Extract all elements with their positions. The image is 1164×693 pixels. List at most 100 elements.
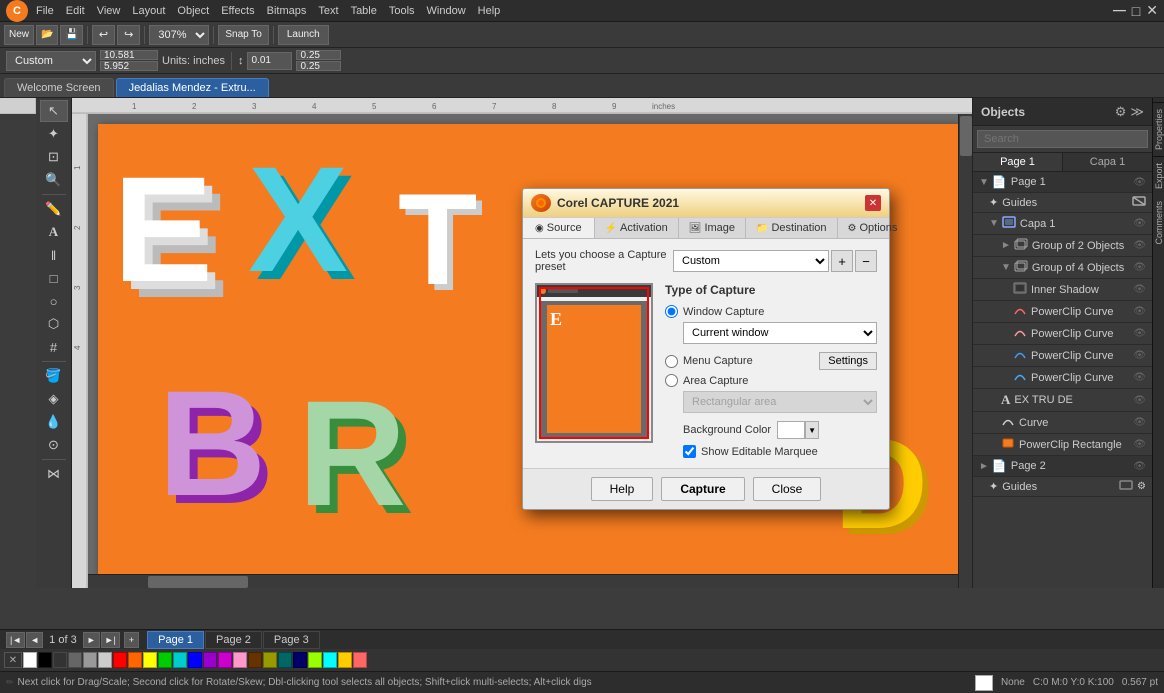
tree-powerclip-rect[interactable]: PowerClip Rectangle 👁 [973, 434, 1152, 456]
color-swatch-orange[interactable] [128, 652, 142, 668]
polygon-tool[interactable]: ⬡ [40, 313, 68, 335]
tree-inner-shadow[interactable]: Inner Shadow 👁 [973, 279, 1152, 301]
color-swatch-gray3[interactable] [83, 652, 97, 668]
page-prev-btn[interactable]: ◄ [26, 632, 43, 648]
color-swatch-green[interactable] [158, 652, 172, 668]
window-type-select[interactable]: Current window [683, 322, 877, 344]
capa1-visibility[interactable]: 👁 [1133, 218, 1146, 229]
width-input[interactable] [100, 50, 158, 60]
preset-add-btn[interactable]: + [831, 250, 853, 272]
capture-btn[interactable]: Capture [661, 477, 744, 501]
interactive-tool[interactable]: ⋈ [40, 463, 68, 485]
color-swatch-gray4[interactable] [98, 652, 112, 668]
objects-search-input[interactable] [977, 130, 1148, 148]
ellipse-tool[interactable]: ○ [40, 290, 68, 312]
powerclip2-visibility[interactable]: 👁 [1133, 328, 1146, 339]
powerclip3-visibility[interactable]: 👁 [1133, 350, 1146, 361]
color-swatch-brown[interactable] [248, 652, 262, 668]
color-swatch-teal[interactable] [278, 652, 292, 668]
menu-window[interactable]: Window [427, 5, 466, 17]
eyedropper-tool[interactable]: 💧 [40, 411, 68, 433]
menu-help[interactable]: Help [478, 5, 501, 17]
add-page-btn[interactable]: + [124, 632, 139, 648]
group2-visibility[interactable]: 👁 [1133, 240, 1146, 251]
properties-tab[interactable]: Properties [1152, 102, 1164, 156]
color-swatch-pink[interactable] [233, 652, 247, 668]
snap-btn[interactable]: Snap To [218, 25, 269, 45]
freehand-tool[interactable]: ✏️ [40, 198, 68, 220]
scrollbar-v[interactable] [958, 114, 972, 588]
new-btn[interactable]: New [4, 25, 34, 45]
tree-extrude-text[interactable]: A EX TRU DE 👁 [973, 389, 1152, 412]
guides2-action[interactable] [1119, 480, 1133, 493]
color-swatch-gray2[interactable] [68, 652, 82, 668]
launch-btn[interactable]: Launch [278, 25, 329, 45]
table-tool[interactable]: # [40, 336, 68, 358]
page1-tab[interactable]: Page 1 [147, 631, 204, 649]
marquee-checkbox[interactable] [683, 445, 696, 458]
menu-table[interactable]: Table [351, 5, 377, 17]
tree-powerclip2[interactable]: PowerClip Curve 👁 [973, 323, 1152, 345]
area-capture-radio[interactable] [665, 374, 678, 387]
node-tool[interactable]: ✦ [40, 123, 68, 145]
color-swatch-navy[interactable] [293, 652, 307, 668]
height-input[interactable] [100, 61, 158, 71]
tree-powerclip1[interactable]: PowerClip Curve 👁 [973, 301, 1152, 323]
dialog-close-btn[interactable]: ✕ [865, 195, 881, 211]
parallel-tool[interactable]: ‖ [40, 244, 68, 266]
export-tab[interactable]: Export [1152, 156, 1164, 195]
rect-tool[interactable]: □ [40, 267, 68, 289]
page2-tab-nav[interactable]: Page 2 [205, 631, 262, 649]
bg-color-swatch[interactable] [777, 421, 805, 439]
color-swatch-blue[interactable] [188, 652, 202, 668]
window-maximize[interactable]: □ [1132, 3, 1140, 19]
scrollbar-h[interactable] [88, 574, 958, 588]
zoom-tool[interactable]: 🔍 [40, 169, 68, 191]
color-swatch-magenta[interactable] [218, 652, 232, 668]
outline-tool[interactable]: ⊙ [40, 434, 68, 456]
panel-expand-btn[interactable]: ≫ [1130, 104, 1144, 120]
window-minimize[interactable]: ─ [1113, 0, 1126, 21]
tree-curve[interactable]: Curve 👁 [973, 412, 1152, 434]
menu-text[interactable]: Text [318, 5, 338, 17]
settings-btn[interactable]: Settings [819, 352, 877, 370]
save-btn[interactable]: 💾 [60, 25, 82, 45]
tab-destination[interactable]: 📁 Destination [746, 218, 838, 238]
powerclip-rect-visibility[interactable]: 👁 [1133, 439, 1146, 450]
panel-settings-btn[interactable]: ⚙ [1115, 104, 1127, 120]
tree-group2[interactable]: ► Group of 2 Objects 👁 [973, 235, 1152, 257]
zoom-dropdown[interactable]: 307% [149, 25, 209, 45]
open-btn[interactable]: 📂 [36, 25, 58, 45]
group4-visibility[interactable]: 👁 [1133, 262, 1146, 273]
page3-tab-nav[interactable]: Page 3 [263, 631, 320, 649]
color-swatch-gray1[interactable] [53, 652, 67, 668]
powerclip1-visibility[interactable]: 👁 [1133, 306, 1146, 317]
comments-tab[interactable]: Comments [1152, 195, 1164, 251]
smart-fill-tool[interactable]: ◈ [40, 388, 68, 410]
menu-edit[interactable]: Edit [66, 5, 85, 17]
menu-tools[interactable]: Tools [389, 5, 415, 17]
tab-source[interactable]: ◉ Source [523, 218, 595, 238]
close-btn[interactable]: Close [753, 477, 822, 501]
curve-visibility[interactable]: 👁 [1133, 417, 1146, 428]
menu-view[interactable]: View [97, 5, 121, 17]
page-next-btn[interactable]: ► [83, 632, 100, 648]
menu-layout[interactable]: Layout [132, 5, 165, 17]
capa1-tab[interactable]: Capa 1 [1062, 153, 1152, 171]
window-close[interactable]: ✕ [1146, 2, 1158, 19]
color-swatch-lime[interactable] [308, 652, 322, 668]
tree-capa1[interactable]: ▼ Capa 1 👁 [973, 213, 1152, 235]
capture-preset-select[interactable]: Custom [673, 250, 829, 272]
no-color-swatch[interactable]: ✕ [4, 652, 22, 668]
tree-page2[interactable]: ► 📄 Page 2 👁 [973, 456, 1152, 477]
color-swatch-gold[interactable] [338, 652, 352, 668]
color-swatch-aqua[interactable] [323, 652, 337, 668]
guides2-settings[interactable]: ⚙ [1137, 481, 1146, 492]
window-capture-radio[interactable] [665, 305, 678, 318]
color-swatch-white[interactable] [23, 652, 37, 668]
menu-bitmaps[interactable]: Bitmaps [267, 5, 307, 17]
tree-group4[interactable]: ▼ Group of 4 Objects 👁 [973, 257, 1152, 279]
tab-image[interactable]: 🖼 Image [679, 218, 746, 238]
preset-remove-btn[interactable]: − [855, 250, 877, 272]
color-swatch-coral[interactable] [353, 652, 367, 668]
